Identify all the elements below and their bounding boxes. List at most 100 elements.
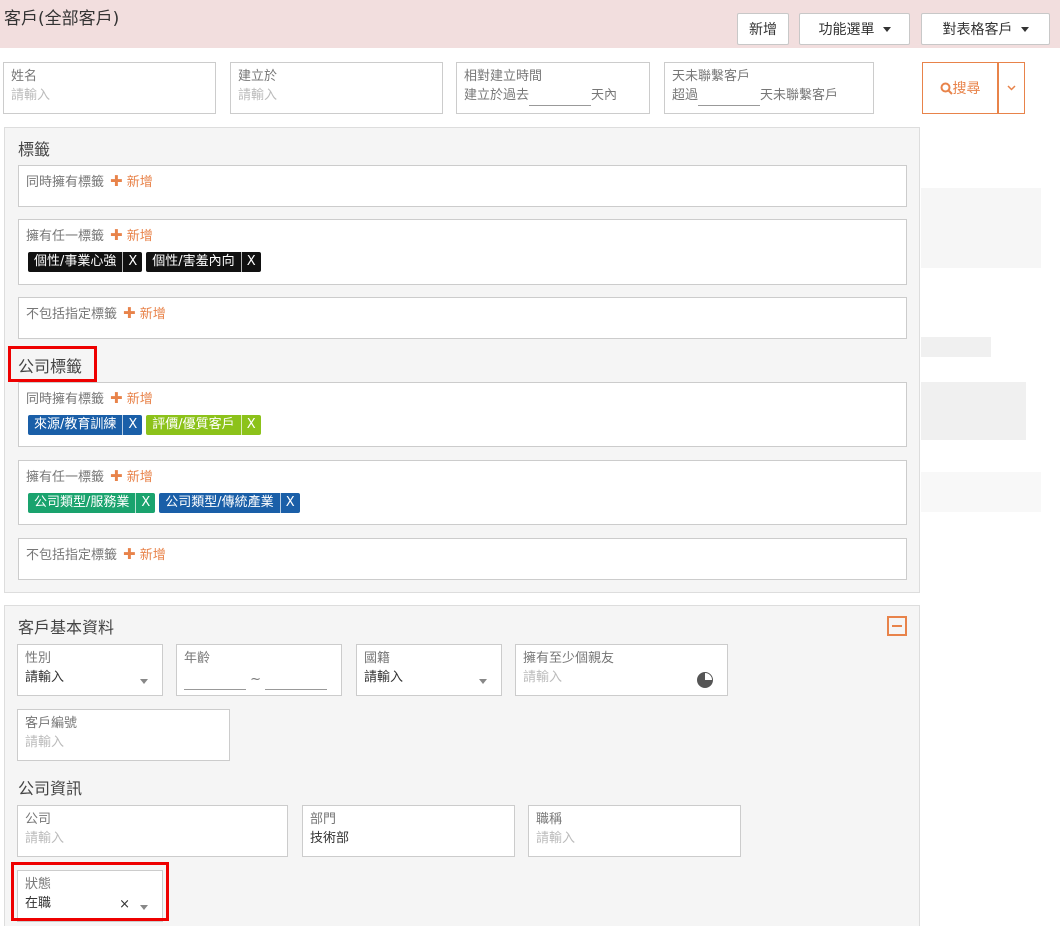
nationality-select[interactable]: 國籍 請輸入 (356, 644, 502, 696)
tags-all-add-link[interactable]: ✚ 新增 (110, 172, 153, 190)
pie-chart-icon[interactable] (697, 672, 713, 688)
company-tags-any-label: 擁有任一標籤 (26, 470, 105, 485)
age-range[interactable]: 年齡 ~ (176, 644, 342, 696)
tag-remove-button[interactable]: X (279, 493, 300, 513)
age-min-input[interactable] (184, 676, 246, 690)
tags-all-box[interactable]: 同時擁有標籤 ✚ 新增 (18, 165, 907, 207)
job-title-placeholder: 請輸入 (536, 831, 576, 846)
job-title-label: 職稱 (536, 812, 563, 827)
gender-value: 請輸入 (25, 670, 65, 685)
company-tags-any-box[interactable]: 擁有任一標籤 ✚ 新增 公司類型/服務業 X 公司類型/傳統產業 X (18, 460, 907, 525)
caret-down-icon (140, 679, 148, 684)
tags-any-label: 擁有任一標籤 (26, 229, 105, 244)
gender-select[interactable]: 性別 請輸入 (17, 644, 163, 696)
highlight-box (8, 346, 97, 382)
tag-chip: 公司類型/傳統產業 X (159, 493, 300, 513)
nationality-label: 國籍 (364, 651, 391, 666)
background-panel (921, 188, 1041, 268)
tags-exclude-label: 不包括指定標籤 (26, 307, 118, 322)
no-contact-filter[interactable]: 天未聯繫客戶 超過 天未聯繫客戶 (664, 62, 874, 114)
company-section-title: 公司資訊 (18, 779, 83, 798)
name-filter[interactable]: 姓名 請輸入 (3, 62, 216, 114)
created-filter-label: 建立於 (238, 69, 278, 84)
tag-chip: 個性/害羞內向 X (146, 252, 261, 272)
caret-down-icon (1020, 26, 1029, 32)
tag-remove-button[interactable]: X (240, 415, 261, 435)
table-customer-label: 對表格客戶 (942, 22, 1013, 38)
table-customer-button[interactable]: 對表格客戶 (921, 13, 1050, 45)
add-label: 新增 (139, 548, 166, 563)
search-icon (940, 82, 953, 95)
company-tags-exclude-box[interactable]: 不包括指定標籤 ✚ 新增 (18, 538, 907, 580)
no-contact-days-input[interactable] (698, 92, 761, 106)
add-label: 新增 (126, 470, 153, 485)
name-filter-placeholder: 請輸入 (11, 88, 51, 103)
company-tags-any-add-link[interactable]: ✚ 新增 (110, 467, 153, 485)
relative-days-input[interactable] (529, 92, 592, 106)
company-label: 公司 (25, 812, 52, 827)
new-button[interactable]: 新增 (737, 13, 789, 45)
relative-created-label: 相對建立時間 (464, 69, 543, 84)
friends-label: 擁有至少個親友 (523, 651, 615, 666)
gender-label: 性別 (25, 651, 52, 666)
tags-all-label: 同時擁有標籤 (26, 175, 105, 190)
friends-field[interactable]: 擁有至少個親友 請輸入 (515, 644, 728, 696)
no-contact-prefix: 超過 (672, 88, 699, 103)
created-filter-placeholder: 請輸入 (238, 88, 278, 103)
customer-number-label: 客戶編號 (25, 716, 78, 731)
tag-chip-label: 個性/事業心強 (34, 254, 117, 269)
caret-down-icon (479, 679, 487, 684)
tag-chip: 評價/優質客戶 X (146, 415, 261, 435)
tags-section-title: 標籤 (18, 140, 51, 159)
background-row (921, 472, 1041, 512)
company-tags-exclude-add-link[interactable]: ✚ 新增 (123, 545, 166, 563)
search-options-button[interactable] (998, 62, 1025, 114)
no-contact-suffix: 天未聯繫客戶 (760, 88, 839, 103)
tag-remove-button[interactable]: X (135, 493, 155, 513)
tag-chip-label: 來源/教育訓練 (34, 417, 117, 432)
function-menu-button[interactable]: 功能選單 (799, 13, 910, 45)
collapse-icon[interactable] (887, 616, 907, 636)
created-filter[interactable]: 建立於 請輸入 (230, 62, 443, 114)
tag-chip: 來源/教育訓練 X (28, 415, 143, 435)
company-tags-exclude-label: 不包括指定標籤 (26, 548, 118, 563)
search-button[interactable]: 搜尋 (922, 62, 998, 114)
age-label: 年齡 (184, 651, 211, 666)
plus-icon: ✚ (110, 172, 123, 190)
job-title-field[interactable]: 職稱 請輸入 (528, 805, 741, 857)
company-field[interactable]: 公司 請輸入 (17, 805, 288, 857)
company-tags-all-label: 同時擁有標籤 (26, 392, 105, 407)
tag-remove-button[interactable]: X (122, 252, 142, 272)
department-value: 技術部 (310, 831, 350, 846)
new-button-label: 新增 (749, 22, 777, 38)
page-title: 客戶(全部客戶) (4, 9, 120, 29)
department-field[interactable]: 部門 技術部 (302, 805, 515, 857)
tags-any-add-link[interactable]: ✚ 新增 (110, 226, 153, 244)
department-label: 部門 (310, 812, 337, 827)
basic-section-title: 客戶基本資料 (18, 618, 115, 637)
tag-chip: 公司類型/服務業 X (28, 493, 156, 513)
tags-exclude-add-link[interactable]: ✚ 新增 (123, 304, 166, 322)
chevron-down-icon (1007, 85, 1016, 91)
relative-created-filter[interactable]: 相對建立時間 建立於過去 天內 (456, 62, 650, 114)
customer-number-field[interactable]: 客戶編號 請輸入 (17, 709, 230, 761)
tags-exclude-box[interactable]: 不包括指定標籤 ✚ 新增 (18, 297, 907, 339)
name-filter-label: 姓名 (11, 69, 38, 84)
tags-any-box[interactable]: 擁有任一標籤 ✚ 新增 個性/事業心強 X 個性/害羞內向 X (18, 219, 907, 285)
tag-remove-button[interactable]: X (240, 252, 261, 272)
caret-down-icon (882, 26, 891, 32)
plus-icon: ✚ (110, 389, 123, 407)
age-max-input[interactable] (265, 676, 328, 690)
customer-number-placeholder: 請輸入 (25, 735, 65, 750)
tag-remove-button[interactable]: X (122, 415, 142, 435)
tag-chip-label: 評價/優質客戶 (152, 417, 235, 432)
plus-icon: ✚ (123, 545, 136, 563)
function-menu-label: 功能選單 (818, 22, 875, 38)
age-separator: ~ (250, 672, 262, 687)
search-button-label: 搜尋 (952, 81, 981, 97)
friends-placeholder: 請輸入 (523, 670, 563, 685)
company-tags-all-box[interactable]: 同時擁有標籤 ✚ 新增 來源/教育訓練 X 評價/優質客戶 X (18, 382, 907, 447)
no-contact-label: 天未聯繫客戶 (672, 69, 751, 84)
highlight-box (11, 862, 169, 921)
company-tags-all-add-link[interactable]: ✚ 新增 (110, 389, 153, 407)
